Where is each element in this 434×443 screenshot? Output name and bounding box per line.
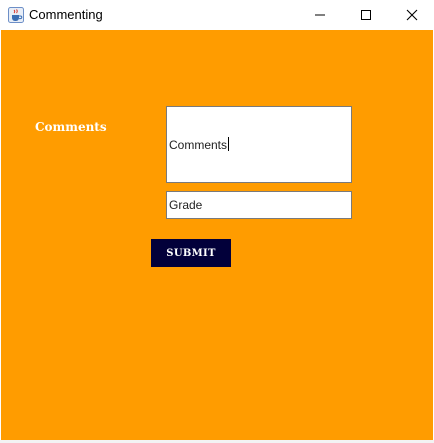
comments-textarea[interactable]: Comments [166,106,352,183]
close-button[interactable] [389,0,434,30]
text-caret [228,137,230,151]
comments-label: Comments [35,120,107,134]
java-cup-icon [8,7,24,23]
minimize-button[interactable] [297,0,343,30]
grade-value: Grade [169,198,203,212]
comments-text: Comments [169,137,230,153]
comments-value: Comments [169,138,228,152]
close-icon [406,6,418,25]
submit-button[interactable]: SUBMIT [151,239,231,267]
form-panel: Comments Comments Grade SUBMIT [1,30,433,440]
maximize-icon [360,6,372,25]
title-bar[interactable]: Commenting [0,0,434,30]
app-window: Commenting Comments Comments Grade SUBMI… [0,0,434,443]
window-title: Commenting [29,7,103,22]
maximize-button[interactable] [343,0,389,30]
grade-field[interactable]: Grade [166,191,352,219]
minimize-icon [314,6,326,25]
